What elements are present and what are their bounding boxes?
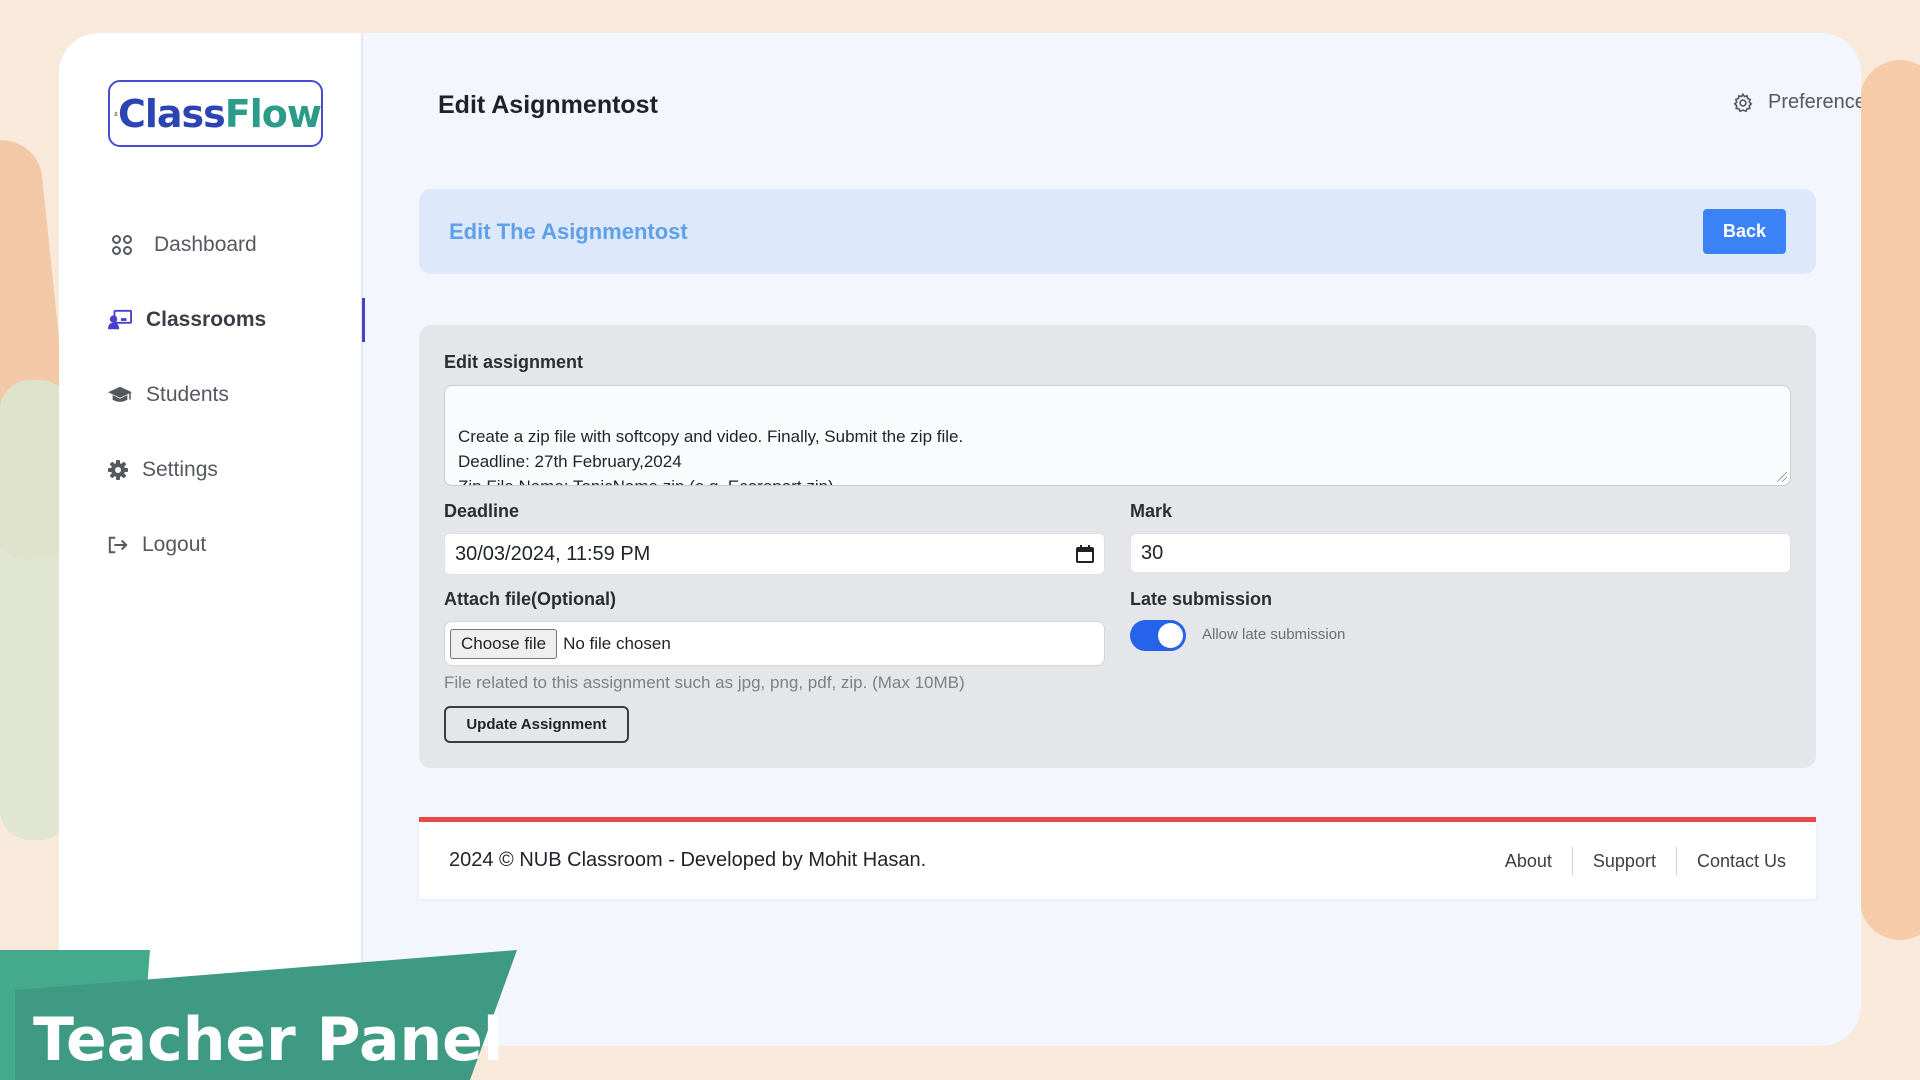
toggle-knob — [1158, 623, 1183, 648]
teacher-panel-label: Teacher Panel — [33, 1005, 504, 1075]
graduation-cap-icon — [108, 383, 132, 407]
page-title: Edit Asignmentost — [438, 91, 658, 119]
attach-label: Attach file(Optional) — [444, 589, 616, 609]
logout-icon — [108, 533, 128, 557]
classroom-icon — [108, 308, 132, 332]
assignment-textarea[interactable]: Create a zip file with softcopy and vide… — [444, 385, 1791, 486]
late-submission-label: Late submission — [1130, 589, 1273, 609]
mark-label: Mark — [1130, 501, 1173, 521]
edit-assignment-form: Edit assignment Create a zip file with s… — [419, 325, 1816, 768]
assignment-text: Create a zip file with softcopy and vide… — [458, 427, 964, 485]
preferences-button[interactable]: Preferences — [1732, 91, 1861, 114]
late-submission-toggle[interactable] — [1130, 620, 1186, 651]
mark-input[interactable]: 30 — [1130, 533, 1791, 573]
footer-links: About Support Contact Us — [1485, 846, 1786, 875]
resize-handle[interactable] — [1777, 472, 1787, 482]
brand-name: ClassFlow — [118, 91, 322, 136]
footer-link-about[interactable]: About — [1485, 847, 1572, 875]
grid-icon — [110, 233, 134, 257]
file-hint: File related to this assignment such as … — [444, 673, 965, 692]
deadline-input[interactable]: 30/03/2024, 11:59 PM — [444, 533, 1105, 575]
sidebar-item-label: Logout — [142, 533, 207, 556]
choose-file-button[interactable]: Choose file — [450, 628, 558, 659]
sidebar-item-label: Classrooms — [146, 308, 267, 331]
footer: 2024 © NUB Classroom - Developed by Mohi… — [419, 817, 1816, 899]
file-input[interactable]: Choose file No file chosen — [444, 621, 1105, 666]
sidebar-item-settings[interactable]: Settings — [108, 448, 363, 492]
background-decoration — [1860, 60, 1920, 940]
mark-value: 30 — [1141, 541, 1164, 564]
main-content: Edit Asignmentost Preferences Edit The A… — [363, 33, 1861, 1046]
deadline-label: Deadline — [444, 501, 520, 521]
assignment-label: Edit assignment — [444, 352, 584, 372]
gear-outline-icon — [1733, 92, 1753, 112]
late-submission-toggle-label: Allow late submission — [1202, 626, 1346, 643]
back-button[interactable]: Back — [1703, 209, 1786, 254]
sidebar-item-classrooms[interactable]: Classrooms — [108, 298, 365, 342]
deadline-value: 30/03/2024, 11:59 PM — [455, 542, 651, 565]
app-window: ClassFlow Dashboard Classrooms Students … — [59, 33, 1861, 1046]
update-assignment-button[interactable]: Update Assignment — [444, 706, 629, 743]
footer-copyright: 2024 © NUB Classroom - Developed by Mohi… — [449, 849, 927, 871]
brand-logo[interactable]: ClassFlow — [108, 80, 323, 147]
gear-icon — [108, 458, 128, 482]
sidebar-item-students[interactable]: Students — [108, 373, 363, 417]
preferences-label: Preferences — [1768, 91, 1861, 113]
sidebar-item-dashboard[interactable]: Dashboard — [108, 223, 363, 267]
calendar-icon[interactable] — [1076, 545, 1094, 563]
footer-link-support[interactable]: Support — [1571, 846, 1676, 875]
file-status: No file chosen — [563, 633, 671, 653]
sidebar-item-label: Students — [146, 383, 229, 406]
sidebar-nav: Dashboard Classrooms Students Settings L… — [108, 223, 365, 598]
sidebar-item-label: Settings — [142, 458, 218, 481]
sidebar-item-label: Dashboard — [154, 233, 257, 256]
sidebar-item-logout[interactable]: Logout — [108, 523, 363, 567]
banner-title: Edit The Asignmentost — [449, 218, 688, 244]
footer-link-contact[interactable]: Contact Us — [1675, 846, 1786, 875]
edit-banner: Edit The Asignmentost Back — [419, 189, 1816, 274]
sidebar: ClassFlow Dashboard Classrooms Students … — [59, 33, 365, 1046]
